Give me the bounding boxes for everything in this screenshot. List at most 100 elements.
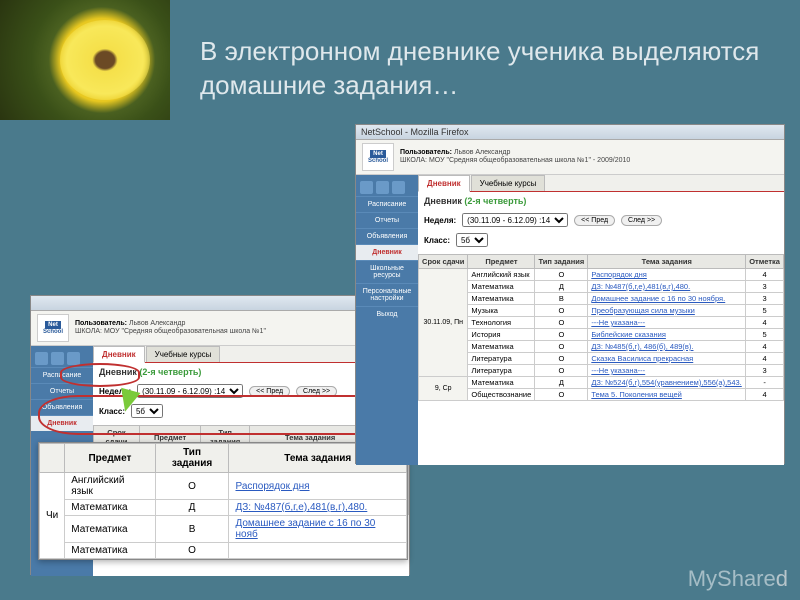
topic-cell: ДЗ: №485(б,г), 486(б), 489(в). [588, 341, 746, 353]
week-label: Неделя: [424, 216, 456, 225]
netschool-logo: Net School [37, 314, 69, 342]
topic-cell: Библейские сказания [588, 329, 746, 341]
topic-link[interactable]: Сказка Василиса прекрасная [591, 354, 693, 363]
class-label: Класс: [424, 236, 450, 245]
grade-cell: - [746, 377, 784, 389]
table-row: 9, СрМатематикаДДЗ: №524(б,г),554(уравне… [419, 377, 784, 389]
subject-cell: Обществознание [468, 389, 535, 401]
subject-cell: История [468, 329, 535, 341]
mail-icon[interactable] [360, 181, 373, 194]
type-cell: О [535, 365, 588, 377]
date-cell: 30.11.09, Пн [419, 269, 468, 377]
class-select[interactable]: 5б [456, 233, 488, 247]
week-select[interactable]: (30.11.09 - 6.12.09) :14 [137, 384, 243, 398]
diary-window-main: NetSchool - Mozilla Firefox Net School П… [355, 124, 785, 464]
topic-link[interactable]: Библейские сказания [591, 330, 666, 339]
subject-cell: Английский язык [468, 269, 535, 281]
table-row: ИсторияОБиблейские сказания5 [419, 329, 784, 341]
type-cell: Д [535, 281, 588, 293]
col-subject: Предмет [65, 444, 155, 473]
user-info-bar: Net School Пользователь: Львов Александр… [31, 311, 409, 346]
subject-cell: Математика [468, 281, 535, 293]
sidebar-item-announce[interactable]: Объявления [31, 399, 93, 415]
help-icon[interactable] [392, 181, 405, 194]
table-row: ЛитератураОСказка Василиса прекрасная 4 [419, 353, 784, 365]
sidebar-item-settings[interactable]: Персональные настройки [356, 283, 418, 306]
sidebar-item-reports[interactable]: Отчеты [31, 383, 93, 399]
prev-week-button[interactable]: << Пред [249, 386, 290, 397]
table-row: МатематикаВДомашнее задание с 16 по 30 н… [40, 516, 407, 543]
topic-cell: Тема 5. Поколения вещей [588, 389, 746, 401]
type-cell: О [535, 305, 588, 317]
next-week-button[interactable]: След >> [621, 215, 662, 226]
diary-heading: Дневник (2-я четверть) [418, 192, 784, 210]
table-row: МатематикаДДЗ: №487(б,г,е),481(в,г),480. [40, 500, 407, 516]
tab-diary[interactable]: Дневник [418, 175, 470, 192]
topic-cell: Распорядок дня [588, 269, 746, 281]
prev-week-button[interactable]: << Пред [574, 215, 615, 226]
table-row: МатематикаОДЗ: №485(б,г), 486(б), 489(в)… [419, 341, 784, 353]
sidebar-item-reports[interactable]: Отчеты [356, 212, 418, 228]
topic-cell: ДЗ: №487(б,г,е),481(в,г),480. [588, 281, 746, 293]
week-select[interactable]: (30.11.09 - 6.12.09) :14 [462, 213, 568, 227]
col-type: Тип задания [535, 255, 588, 269]
col-subject: Предмет [468, 255, 535, 269]
tab-courses[interactable]: Учебные курсы [146, 346, 221, 362]
col-topic: Тема задания [588, 255, 746, 269]
sidebar-item-resources[interactable]: Школьные ресурсы [356, 260, 418, 283]
sidebar-item-diary[interactable]: Дневник [356, 244, 418, 260]
topic-link[interactable]: ДЗ: №487(б,г,е),481(в,г),480. [591, 282, 690, 291]
grade-cell: 4 [746, 317, 784, 329]
table-row: МузыкаОПреобразующая сила музыки5 [419, 305, 784, 317]
slide-title: В электронном дневнике ученика выделяютс… [200, 35, 770, 103]
topic-cell: Домашнее задание с 16 по 30 ноября. [588, 293, 746, 305]
sidebar-item-schedule[interactable]: Расписание [31, 367, 93, 383]
window-titlebar: NetSchool - Mozilla Firefox [356, 125, 784, 140]
topic-cell: Сказка Василиса прекрасная [588, 353, 746, 365]
schedule-table: Срок сдачи Предмет Тип задания Тема зада… [418, 254, 784, 401]
forum-icon[interactable] [376, 181, 389, 194]
forum-icon[interactable] [51, 352, 64, 365]
date-col-stub [40, 444, 65, 473]
col-type: Тип задания [155, 444, 229, 473]
col-date: Срок сдачи [419, 255, 468, 269]
grade-cell: 4 [746, 341, 784, 353]
topic-link[interactable]: ---Не указана--- [591, 366, 645, 375]
subject-cell: Математика [468, 293, 535, 305]
topic-link[interactable]: ---Не указана--- [591, 318, 645, 327]
subject-cell: Музыка [468, 305, 535, 317]
topic-link[interactable]: ДЗ: №487(б,г,е),481(в,г),480. [235, 502, 367, 513]
next-week-button[interactable]: След >> [296, 386, 337, 397]
tab-courses[interactable]: Учебные курсы [471, 175, 546, 191]
topic-link[interactable]: Домашнее задание с 16 по 30 нояб [235, 518, 375, 540]
topic-link[interactable]: ДЗ: №485(б,г), 486(б), 489(в). [591, 342, 693, 351]
topic-link[interactable]: Распорядок дня [235, 481, 309, 492]
type-cell: О [535, 353, 588, 365]
table-row: ЛитератураО---Не указана---3 [419, 365, 784, 377]
sidebar-item-announce[interactable]: Объявления [356, 228, 418, 244]
netschool-logo: Net School [362, 143, 394, 171]
sidebar-item-diary[interactable]: Дневник [31, 415, 93, 431]
subject-cell: Математика [468, 377, 535, 389]
topic-link[interactable]: ДЗ: №524(б,г),554(уравнением),556(а),543… [591, 378, 741, 387]
topic-link[interactable]: Распорядок дня [591, 270, 647, 279]
table-row: 30.11.09, ПнАнглийский языкОРаспорядок д… [419, 269, 784, 281]
grade-cell: 4 [746, 389, 784, 401]
table-row: ЧиАнглийский языкОРаспорядок дня [40, 473, 407, 500]
mail-icon[interactable] [35, 352, 48, 365]
decorative-flower-image [0, 0, 170, 120]
topic-cell: ---Не указана--- [588, 317, 746, 329]
help-icon[interactable] [67, 352, 80, 365]
tab-diary[interactable]: Дневник [93, 346, 145, 363]
table-row: ОбществознаниеОТема 5. Поколения вещей4 [419, 389, 784, 401]
topic-link[interactable]: Тема 5. Поколения вещей [591, 390, 682, 399]
magnified-table: Предмет Тип задания Тема задания ЧиАнгли… [38, 442, 408, 560]
sidebar-item-exit[interactable]: Выход [356, 306, 418, 322]
header-row: Срок сдачи Предмет Тип задания Тема зада… [419, 255, 784, 269]
topic-link[interactable]: Преобразующая сила музыки [591, 306, 695, 315]
sidebar-item-schedule[interactable]: Расписание [356, 196, 418, 212]
grade-cell: 4 [746, 353, 784, 365]
subject-cell: Технология [468, 317, 535, 329]
subject-cell: Литература [468, 353, 535, 365]
topic-link[interactable]: Домашнее задание с 16 по 30 ноября. [591, 294, 725, 303]
